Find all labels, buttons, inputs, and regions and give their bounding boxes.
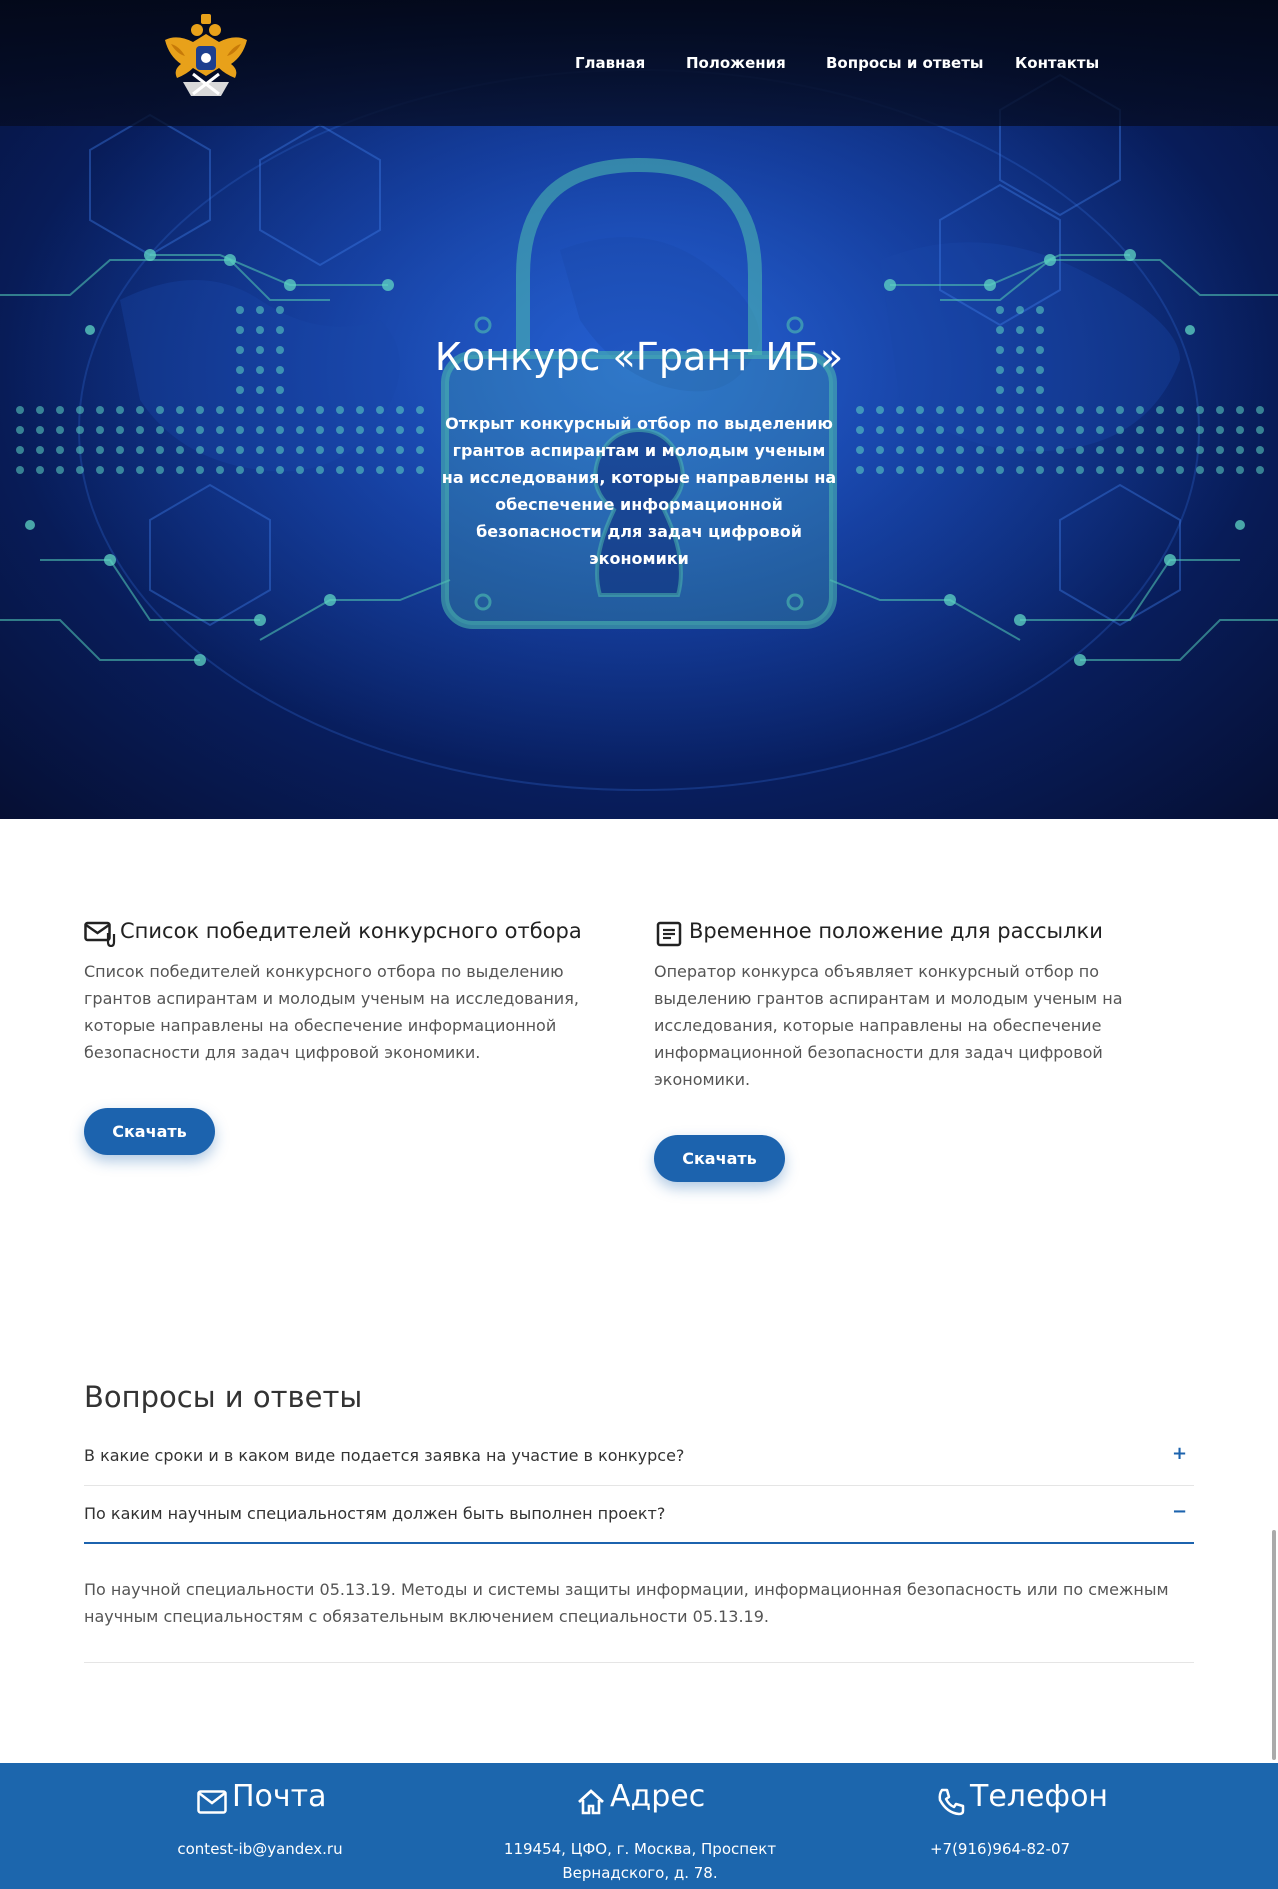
winners-list-text: Список победителей конкурсного отбора по… [84,962,579,1062]
temporary-regulation-text: Оператор конкурса объявляет конкурсный о… [654,962,1123,1089]
download-regulation-button[interactable]: Скачать [654,1135,785,1182]
nav-home[interactable]: Главная [575,54,645,72]
home-icon [578,1789,604,1815]
faq-divider [84,1662,1194,1663]
faq-collapse-icon[interactable]: − [1172,1501,1187,1522]
phone-title: Телефон [970,1779,1109,1814]
mail-attachment-icon [84,921,116,947]
top-navigation-bar: Главная Положения Вопросы и ответы Конта… [0,0,1278,126]
nav-faq[interactable]: Вопросы и ответы [826,54,983,72]
hero-title: Конкурс «Грант ИБ» [434,335,844,379]
ministry-emblem-logo[interactable] [163,12,249,104]
document-icon [656,921,682,947]
mail-icon [197,1790,227,1814]
address-title: Адрес [610,1779,706,1814]
nav-regulations[interactable]: Положения [686,54,786,72]
faq-active-divider [84,1542,1194,1544]
mail-value[interactable]: contest-ib@yandex.ru [130,1837,390,1861]
faq-expand-icon[interactable]: + [1172,1443,1187,1464]
faq-question-2[interactable]: По каким научным специальностям должен б… [84,1504,665,1523]
phone-icon [938,1788,965,1816]
faq-answer-2: По научной специальности 05.13.19. Метод… [84,1580,1169,1626]
scrollbar-thumb[interactable] [1272,1530,1276,1760]
download-winners-button[interactable]: Скачать [84,1108,215,1155]
faq-title: Вопросы и ответы [84,1380,363,1414]
faq-divider [84,1485,1194,1486]
hero-banner: Главная Положения Вопросы и ответы Конта… [0,0,1278,819]
faq-question-1[interactable]: В какие сроки и в каком виде подается за… [84,1446,684,1465]
temporary-regulation-title: Временное положение для рассылки [689,919,1103,943]
contacts-footer: Почта contest-ib@yandex.ru Адрес 119454,… [0,1763,1278,1889]
hero-subtitle: Открыт конкурсный отбор по выделению гра… [441,414,837,568]
phone-value[interactable]: +7(916)964-82-07 [900,1837,1100,1861]
mail-title: Почта [232,1779,327,1814]
nav-contacts[interactable]: Контакты [1015,54,1099,72]
winners-list-title: Список победителей конкурсного отбора [120,919,582,943]
address-value: 119454, ЦФО, г. Москва, Проспект Вернадс… [503,1840,777,1882]
